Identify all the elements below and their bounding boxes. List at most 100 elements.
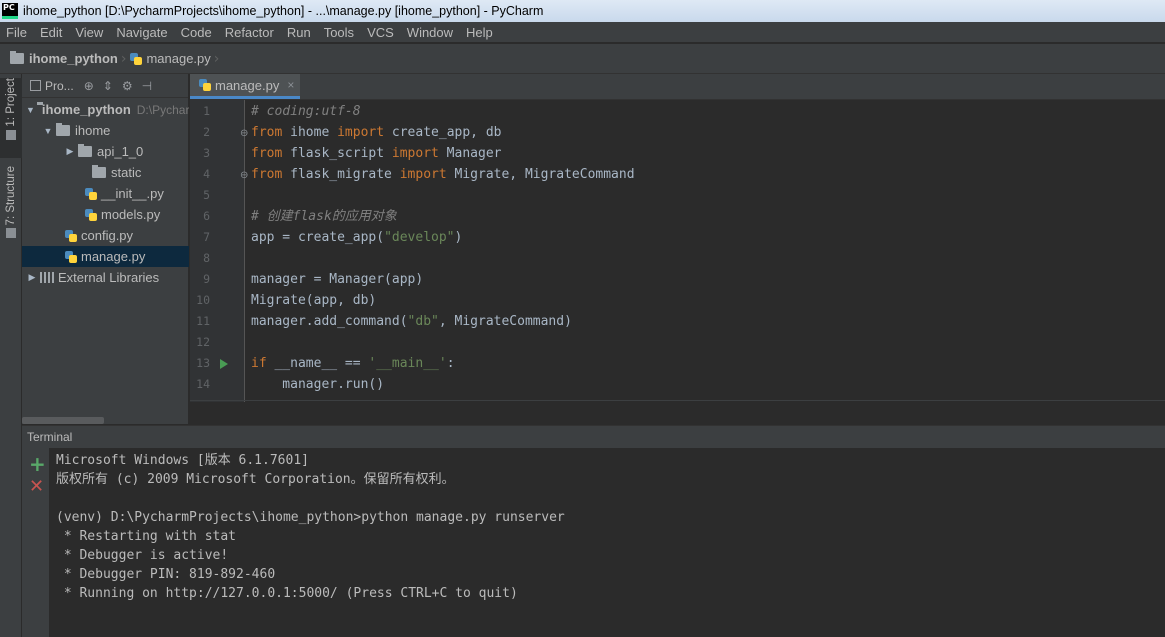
menu-refactor[interactable]: Refactor — [221, 25, 274, 40]
run-gutter-icon[interactable] — [220, 359, 228, 369]
collapsed-arrow-icon[interactable]: ▶ — [26, 272, 38, 283]
terminal-line: * Debugger PIN: 819-892-460 — [56, 567, 276, 582]
line-number: 1 — [203, 104, 210, 118]
tree-item-label: ihome_python — [41, 102, 131, 117]
horizontal-scrollbar[interactable] — [22, 417, 104, 424]
terminal-line: * Running on http://127.0.0.1:5000/ (Pre… — [56, 586, 518, 601]
tree-item-api[interactable]: ▶ api_1_0 — [22, 141, 189, 162]
menu-code[interactable]: Code — [177, 25, 212, 40]
python-file-icon — [64, 250, 78, 264]
library-icon — [40, 272, 54, 283]
package-folder-icon — [56, 123, 70, 136]
project-view-dropdown[interactable]: Pro... — [45, 79, 74, 93]
line-number: 13 — [196, 356, 210, 370]
code-line-3: from flask_script import Manager — [251, 146, 502, 161]
python-file-icon — [129, 52, 143, 66]
menu-file[interactable]: File — [2, 25, 27, 40]
editor-tab-label: manage.py — [215, 77, 280, 93]
tree-item-label: static — [111, 165, 142, 180]
tree-item-external-libraries[interactable]: ▶ External Libraries — [22, 267, 189, 288]
code-line-11: manager.add_command("db", MigrateCommand… — [251, 314, 572, 329]
menu-run[interactable]: Run — [283, 25, 311, 40]
code-line-6: # 创建flask的应用对象 — [251, 206, 397, 227]
fold-marker-icon[interactable]: ⊖ — [240, 170, 248, 181]
tree-item-static[interactable]: static — [22, 162, 189, 183]
code-line-10: Migrate(app, db) — [251, 293, 377, 308]
window-title: ihome_python [D:\PycharmProjects\ihome_p… — [23, 4, 544, 18]
python-file-icon — [84, 187, 98, 201]
line-number: 9 — [203, 272, 210, 286]
new-session-icon[interactable]: + — [29, 452, 46, 476]
line-number: 12 — [196, 335, 210, 349]
python-file-icon — [64, 229, 78, 243]
collapse-all-icon[interactable]: ⇕ — [103, 79, 113, 93]
code-line-2: from ihome import create_app, db — [251, 125, 502, 140]
code-comment: # 创建flask的应用对象 — [251, 209, 397, 224]
code-editor: manage.py × 1 2 3 4 5 6 7 8 9 10 11 12 1… — [190, 74, 1165, 424]
fold-marker-icon[interactable]: ⊖ — [240, 128, 248, 139]
project-view-icon — [30, 80, 41, 91]
menu-edit[interactable]: Edit — [36, 25, 62, 40]
terminal-line: * Restarting with stat — [56, 529, 237, 544]
tree-item-init[interactable]: __init__.py — [22, 183, 189, 204]
tree-item-label: models.py — [101, 207, 161, 222]
terminal-line: 版权所有 (c) 2009 Microsoft Corporation。保留所有… — [56, 472, 455, 487]
window-title-bar[interactable]: PC ihome_python [D:\PycharmProjects\ihom… — [0, 0, 1165, 22]
tool-tab-project[interactable]: 1: Project — [0, 78, 22, 158]
tree-item-models[interactable]: models.py — [22, 204, 189, 225]
terminal-line: Microsoft Windows [版本 6.1.7601] — [56, 453, 309, 468]
menu-window[interactable]: Window — [403, 25, 453, 40]
menu-view[interactable]: View — [71, 25, 103, 40]
line-number: 7 — [203, 230, 210, 244]
menu-bar: File Edit View Navigate Code Refactor Ru… — [0, 22, 1165, 43]
tree-item-label: External Libraries — [58, 270, 160, 285]
line-number: 10 — [196, 293, 210, 307]
line-number-gutter[interactable]: 1 2 3 4 5 6 7 8 9 10 11 12 13 14 ⊖ ⊖ — [190, 100, 248, 402]
tree-item-ihome-python[interactable]: ▼ ihome_python D:\PycharmProjects\ihome_… — [22, 99, 189, 120]
line-number: 8 — [203, 251, 210, 265]
code-line-7: app = create_app("develop") — [251, 230, 463, 245]
menu-tools[interactable]: Tools — [320, 25, 354, 40]
tree-item-path-hint: D:\PycharmProjects\ihome_python — [136, 102, 189, 117]
breadcrumb-separator: › — [120, 50, 127, 67]
project-toolbar: Pro... ⊕ ⇕ ⚙ ⊣ — [22, 74, 188, 98]
terminal-output[interactable]: Microsoft Windows [版本 6.1.7601] 版权所有 (c)… — [51, 448, 1165, 637]
tree-item-ihome[interactable]: ▼ ihome — [22, 120, 189, 141]
expanded-arrow-icon[interactable]: ▼ — [26, 105, 35, 115]
tree-item-label: ihome — [75, 123, 111, 138]
python-file-icon — [84, 208, 98, 222]
line-number: 3 — [203, 146, 210, 160]
tree-item-label: api_1_0 — [97, 144, 144, 159]
menu-navigate[interactable]: Navigate — [112, 25, 167, 40]
menu-help[interactable]: Help — [462, 25, 493, 40]
tree-item-label: __init__.py — [101, 186, 164, 201]
terminal-line: * Debugger is active! — [56, 548, 229, 563]
code-line-9: manager = Manager(app) — [251, 272, 424, 287]
close-tab-icon[interactable]: × — [287, 78, 294, 92]
editor-tab-manage-py[interactable]: manage.py × — [190, 74, 301, 99]
code-line-4: from flask_migrate import Migrate, Migra… — [251, 167, 635, 182]
tree-item-manage[interactable]: manage.py — [22, 246, 189, 267]
terminal-header: Terminal — [22, 425, 1165, 448]
code-line-1: # coding:utf-8 — [251, 101, 361, 122]
tool-tab-structure[interactable]: 7: Structure — [0, 166, 22, 251]
menu-vcs[interactable]: VCS — [363, 25, 394, 40]
tool-tab-structure-label: 7: Structure — [5, 166, 17, 226]
gear-icon[interactable]: ⚙ — [122, 79, 133, 93]
terminal-toolbar: + ✕ — [22, 448, 50, 637]
code-comment: # coding:utf-8 — [251, 104, 361, 119]
project-tool-icon — [6, 129, 16, 140]
tree-item-config[interactable]: config.py — [22, 225, 189, 246]
breadcrumb-file[interactable]: manage.py — [129, 51, 211, 66]
collapsed-arrow-icon[interactable]: ▶ — [64, 146, 76, 157]
folder-icon — [92, 165, 106, 178]
hide-panel-icon[interactable]: ⊣ — [142, 79, 152, 93]
breadcrumb-project[interactable]: ihome_python — [10, 51, 118, 66]
expanded-arrow-icon[interactable]: ▼ — [42, 126, 54, 136]
folder-icon — [10, 51, 24, 64]
sync-icon[interactable]: ⊕ — [84, 79, 94, 93]
close-session-icon[interactable]: ✕ — [29, 476, 44, 497]
editor-bottom-border — [190, 400, 1165, 401]
breadcrumb-separator: › — [213, 50, 220, 67]
line-number: 14 — [196, 377, 210, 391]
